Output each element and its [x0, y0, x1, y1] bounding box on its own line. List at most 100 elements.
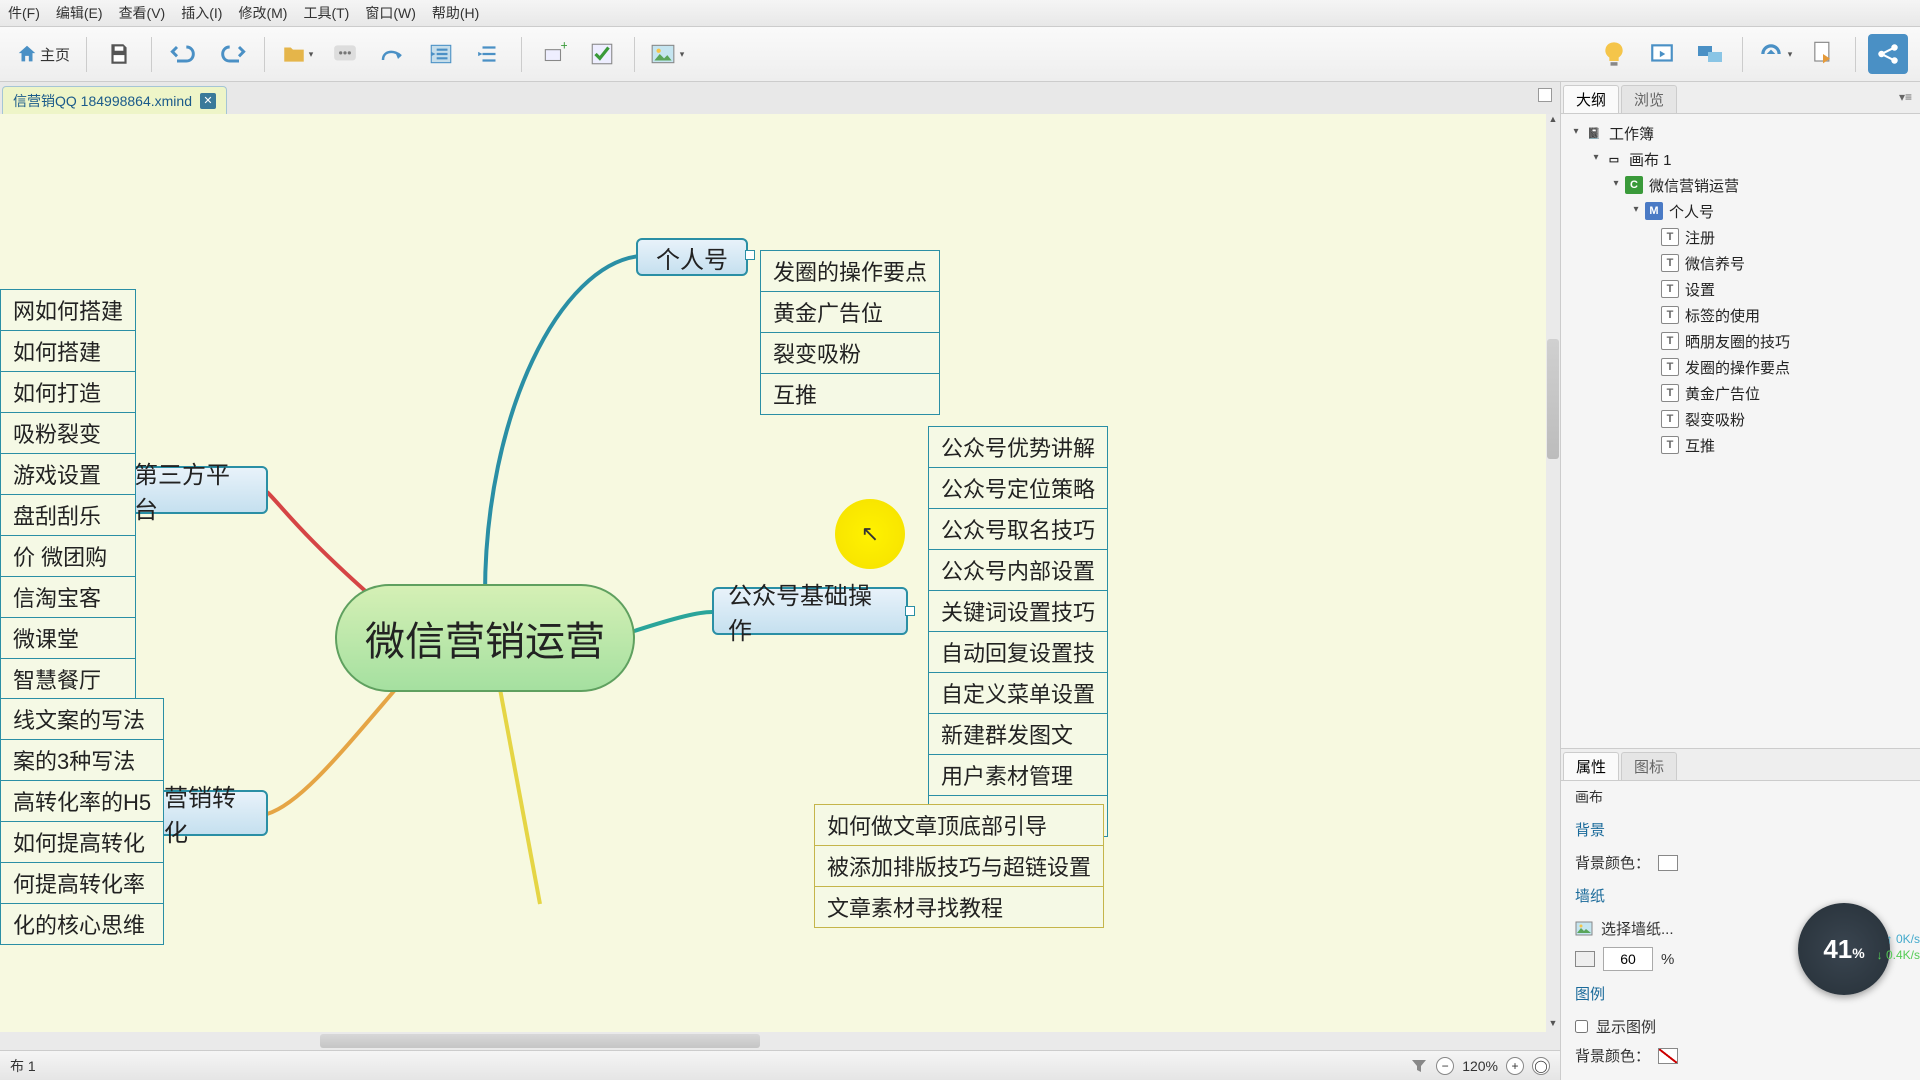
opacity-input[interactable] — [1603, 947, 1653, 971]
tree-twisty[interactable]: ▾ — [1609, 178, 1623, 192]
tab-close-button[interactable]: ✕ — [200, 93, 216, 109]
show-legend-checkbox[interactable] — [1575, 1020, 1588, 1033]
filter-icon[interactable] — [1410, 1057, 1428, 1075]
subtopic[interactable]: 案的3种写法 — [0, 739, 164, 781]
root-topic[interactable]: 微信营销运营 — [335, 584, 635, 692]
menu-insert[interactable]: 插入(I) — [181, 3, 222, 23]
subtopic[interactable]: 用户素材管理 — [928, 754, 1108, 796]
relationship-button[interactable] — [373, 34, 413, 74]
subtopic[interactable]: 裂变吸粉 — [760, 332, 940, 374]
subtopic[interactable]: 信淘宝客 — [0, 576, 136, 618]
menu-view[interactable]: 查看(V) — [119, 3, 166, 23]
menu-modify[interactable]: 修改(M) — [238, 3, 287, 23]
home-button[interactable]: 主页 — [8, 34, 78, 74]
tab-icons[interactable]: 图标 — [1621, 752, 1677, 780]
mindmap-canvas[interactable]: 微信营销运营 个人号 发圈的操作要点 黄金广告位 裂变吸粉 互推 公众号基础操作… — [0, 114, 1560, 1032]
collapse-handle[interactable] — [905, 606, 915, 616]
subtopic[interactable]: 微课堂 — [0, 617, 136, 659]
subtopic[interactable]: 如何做文章顶底部引导 — [814, 804, 1104, 846]
subtopic[interactable]: 游戏设置 — [0, 453, 136, 495]
bg-color-swatch[interactable] — [1658, 855, 1678, 871]
subtopic[interactable]: 自定义菜单设置 — [928, 672, 1108, 714]
collapse-handle[interactable] — [745, 250, 755, 260]
tree-twisty[interactable]: ▾ — [1629, 204, 1643, 218]
subtopic[interactable]: 互推 — [760, 373, 940, 415]
summary-button[interactable] — [469, 34, 509, 74]
save-button[interactable] — [99, 34, 139, 74]
subtopic[interactable]: 何提高转化率 — [0, 862, 164, 904]
menu-tools[interactable]: 工具(T) — [303, 3, 349, 23]
network-monitor-widget[interactable]: 41% ↑ 0K/s ↓ 0.4K/s — [1798, 903, 1890, 995]
horizontal-scrollbar[interactable] — [0, 1032, 1560, 1050]
legend-bg-swatch[interactable] — [1658, 1048, 1678, 1064]
tree-twisty[interactable]: ▾ — [1569, 126, 1583, 140]
subtopic[interactable]: 文章素材寻找教程 — [814, 886, 1104, 928]
document-tab[interactable]: 信营销QQ 184998864.xmind ✕ — [2, 86, 227, 114]
outline-tree[interactable]: ▾📓工作簿 ▾▭画布 1 ▾C微信营销运营 ▾M个人号 T注册 T微信养号 T设… — [1561, 114, 1920, 748]
outline-item[interactable]: 裂变吸粉 — [1685, 409, 1745, 430]
subtopic[interactable]: 智慧餐厅 — [0, 658, 136, 700]
subtopic[interactable]: 自动回复设置技 — [928, 631, 1108, 673]
subtopic[interactable]: 公众号内部设置 — [928, 549, 1108, 591]
comment-button[interactable] — [325, 34, 365, 74]
choose-wallpaper[interactable]: 选择墙纸... — [1601, 918, 1674, 939]
subtopic[interactable]: 公众号优势讲解 — [928, 426, 1108, 468]
topic-thirdparty[interactable]: 第三方平台 — [118, 466, 268, 514]
redo-button[interactable] — [212, 34, 252, 74]
subtopic[interactable]: 价 微团购 — [0, 535, 136, 577]
subtopic[interactable]: 网如何搭建 — [0, 289, 136, 331]
outline-item[interactable]: 注册 — [1685, 227, 1715, 248]
outline-item[interactable]: 设置 — [1685, 279, 1715, 300]
idea-button[interactable] — [1594, 34, 1634, 74]
tab-properties[interactable]: 属性 — [1563, 752, 1619, 780]
zoom-fit-button[interactable]: ◯ — [1532, 1057, 1550, 1075]
topic-marketing[interactable]: 营销转化 — [148, 790, 268, 836]
subtopic[interactable]: 如何提高转化 — [0, 821, 164, 863]
add-topic-button[interactable]: + — [534, 34, 574, 74]
menu-edit[interactable]: 编辑(E) — [56, 3, 103, 23]
subtopic[interactable]: 如何搭建 — [0, 330, 136, 372]
task-button[interactable] — [582, 34, 622, 74]
outline-item[interactable]: 晒朋友圈的技巧 — [1685, 331, 1790, 352]
panel-menu-icon[interactable]: ▾≡ — [1899, 90, 1912, 104]
vertical-scrollbar[interactable]: ▲ ▼ — [1546, 114, 1560, 1032]
tab-outline[interactable]: 大纲 — [1563, 85, 1619, 113]
tree-twisty[interactable]: ▾ — [1589, 152, 1603, 166]
subtopic[interactable]: 线文案的写法 — [0, 698, 164, 740]
outline-item[interactable]: 发圈的操作要点 — [1685, 357, 1790, 378]
folder-button[interactable]: ▾ — [277, 34, 317, 74]
undo-button[interactable] — [164, 34, 204, 74]
presentation-button[interactable] — [1642, 34, 1682, 74]
scroll-up-arrow[interactable]: ▲ — [1546, 114, 1560, 128]
brainstorm-button[interactable] — [1690, 34, 1730, 74]
scroll-down-arrow[interactable]: ▼ — [1546, 1018, 1560, 1032]
outline-item[interactable]: 微信养号 — [1685, 253, 1745, 274]
scroll-thumb[interactable] — [1547, 339, 1559, 459]
scroll-thumb[interactable] — [320, 1034, 760, 1048]
subtopic[interactable]: 高转化率的H5 — [0, 780, 164, 822]
image-button[interactable]: ▾ — [647, 34, 687, 74]
menu-file[interactable]: 件(F) — [8, 3, 40, 23]
subtopic[interactable]: 盘刮刮乐 — [0, 494, 136, 536]
boundary-button[interactable] — [421, 34, 461, 74]
outline-item[interactable]: 标签的使用 — [1685, 305, 1760, 326]
subtopic[interactable]: 黄金广告位 — [760, 291, 940, 333]
opacity-swatch[interactable] — [1575, 951, 1595, 967]
subtopic[interactable]: 吸粉裂变 — [0, 412, 136, 454]
subtopic[interactable]: 发圈的操作要点 — [760, 250, 940, 292]
sync-button[interactable]: ▾ — [1755, 34, 1795, 74]
menu-window[interactable]: 窗口(W) — [365, 3, 416, 23]
window-toggle-icon[interactable] — [1538, 88, 1552, 102]
zoom-out-button[interactable]: − — [1436, 1057, 1454, 1075]
topic-personal[interactable]: 个人号 — [636, 238, 748, 276]
share-button[interactable] — [1868, 34, 1908, 74]
subtopic[interactable]: 公众号定位策略 — [928, 467, 1108, 509]
subtopic[interactable]: 新建群发图文 — [928, 713, 1108, 755]
outline-item[interactable]: 黄金广告位 — [1685, 383, 1760, 404]
topic-public-basic[interactable]: 公众号基础操作 — [712, 587, 908, 635]
outline-item[interactable]: 互推 — [1685, 435, 1715, 456]
subtopic[interactable]: 如何打造 — [0, 371, 136, 413]
subtopic[interactable]: 被添加排版技巧与超链设置 — [814, 845, 1104, 887]
subtopic[interactable]: 化的核心思维 — [0, 903, 164, 945]
menu-help[interactable]: 帮助(H) — [432, 3, 479, 23]
